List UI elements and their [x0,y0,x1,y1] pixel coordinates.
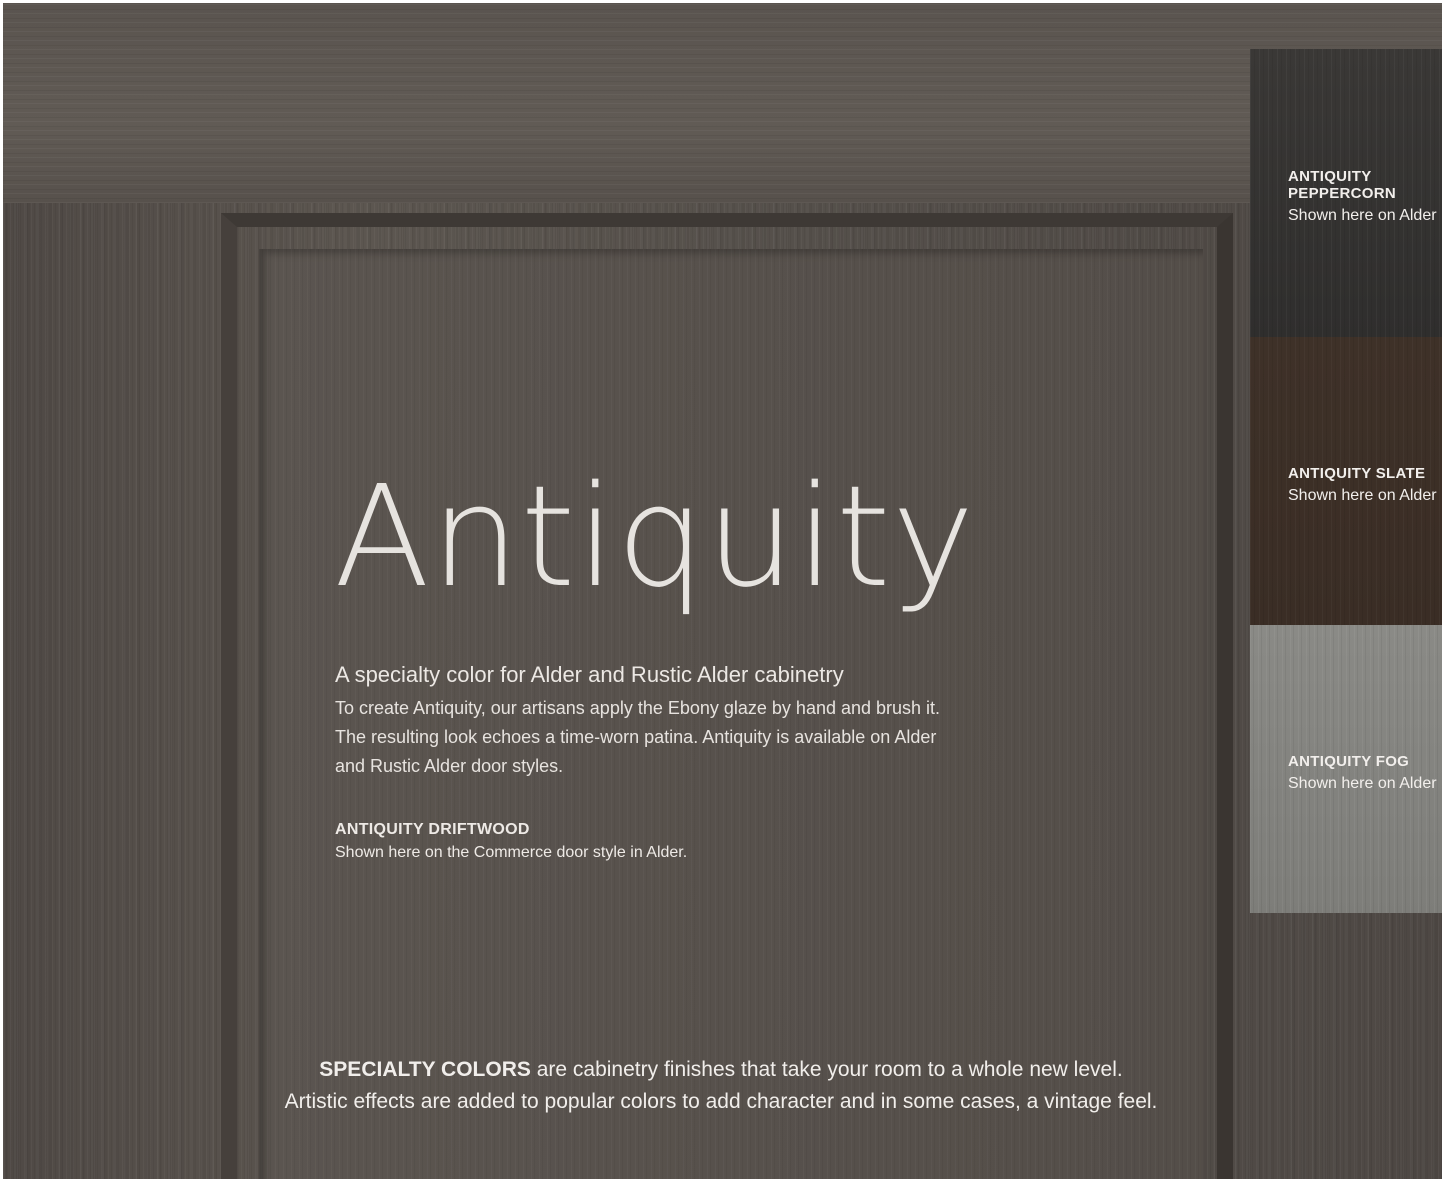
featured-finish-name: ANTIQUITY DRIFTWOOD [335,821,530,838]
swatch-name: ANTIQUITY FOG [1288,753,1410,770]
featured-finish-description: Shown here on the Commerce door style in… [335,844,688,861]
swatch-antiquity-slate: ANTIQUITY SLATE Shown here on Alder [1250,337,1442,625]
description-paragraph: To create Antiquity, our artisans apply … [335,694,995,781]
swatch-antiquity-fog: ANTIQUITY FOG Shown here on Alder [1250,625,1442,913]
featured-finish-caption: ANTIQUITY DRIFTWOOD Shown here on the Co… [335,821,687,865]
footer-line-2: Artistic effects are added to popular co… [284,1090,1158,1113]
swatch-caption: ANTIQUITY SLATE Shown here on Alder [1288,465,1437,508]
swatch-description: Shown here on Alder [1288,207,1437,224]
page-title: Antiquity [334,456,976,619]
description-line: The resulting look echoes a time-worn pa… [335,727,937,747]
swatch-caption: ANTIQUITY PEPPERCORN Shown here on Alder [1288,168,1437,228]
description-line: To create Antiquity, our artisans apply … [335,698,941,718]
footer-line-1: SPECIALTY COLORS are cabinetry finishes … [0,1054,1442,1086]
swatch-caption: ANTIQUITY FOG Shown here on Alder [1288,753,1437,796]
swatch-antiquity-peppercorn: ANTIQUITY PEPPERCORN Shown here on Alder [1250,49,1442,337]
footer-bold-lead: SPECIALTY COLORS [319,1058,531,1081]
footer-line-1-text: are cabinetry finishes that take your ro… [530,1058,1123,1081]
footer-tagline: SPECIALTY COLORS are cabinetry finishes … [0,1054,1442,1118]
description-line: and Rustic Alder door styles. [335,756,564,776]
swatch-name: ANTIQUITY [1288,168,1372,185]
swatch-name: ANTIQUITY SLATE [1288,465,1426,482]
swatch-description: Shown here on Alder [1288,487,1437,504]
swatch-name-line2: PEPPERCORN [1288,185,1397,202]
subtitle: A specialty color for Alder and Rustic A… [335,662,844,687]
door-top-rail [3,3,1442,203]
swatch-description: Shown here on Alder [1288,775,1437,792]
